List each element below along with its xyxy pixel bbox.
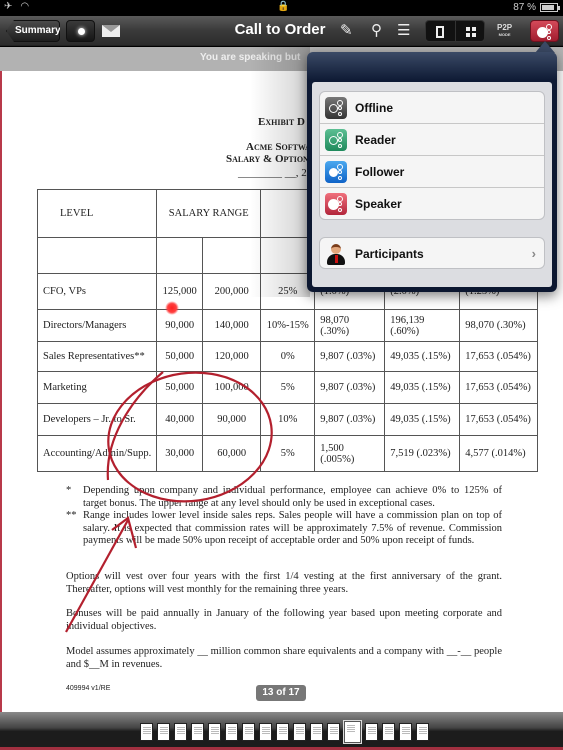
mode-item-offline[interactable]: Offline <box>320 92 544 124</box>
toolbar: Summary Call to Order ✎ ⚲ ☰ P2P MODE <box>0 16 563 46</box>
page-thumbnail[interactable] <box>242 723 255 741</box>
offline-mode-icon <box>325 96 347 119</box>
lock-icon: 🔒 <box>277 1 290 12</box>
table-row: Marketing 50,000 100,000 5% 9,807 (.03%)… <box>36 371 539 404</box>
grid-icon <box>465 27 476 37</box>
vesting-paragraph: Options will vest over four years with t… <box>66 571 502 595</box>
page-thumbnail-current[interactable] <box>344 721 361 743</box>
document-id: 409994 v1/RE <box>66 685 111 692</box>
mode-item-speaker[interactable]: Speaker <box>320 188 544 220</box>
status-bar: ✈ ◠ 🔒 87 % <box>0 0 563 16</box>
page-thumbnail[interactable] <box>310 723 323 741</box>
p2p-sub-label: MODE <box>498 32 511 37</box>
table-row: Accounting/Admin/Supp. 30,000 60,000 5% … <box>36 435 539 472</box>
page-thumbnail[interactable] <box>157 723 170 741</box>
wifi-icon: ◠ <box>20 1 30 12</box>
page-thumbnail[interactable] <box>276 723 289 741</box>
airplane-mode-icon: ✈ <box>4 1 13 12</box>
page-thumbnail[interactable] <box>327 723 340 741</box>
mode-item-reader[interactable]: Reader <box>320 124 544 156</box>
list-icon[interactable]: ☰ <box>397 22 410 40</box>
single-page-view-button[interactable] <box>426 21 455 41</box>
mode-item-follower[interactable]: Follower <box>320 156 544 188</box>
reader-mode-icon <box>325 128 347 151</box>
grid-view-button[interactable] <box>454 21 485 41</box>
footnote: * Depending upon company and individual … <box>66 485 502 509</box>
session-mode-popover: Offline Reader Follower Speaker Particip… <box>307 52 557 292</box>
table-row: Directors/Managers 90,000 140,000 10%-15… <box>36 309 539 342</box>
mode-list: Offline Reader Follower Speaker <box>319 91 545 220</box>
record-button[interactable] <box>66 20 95 42</box>
page-thumbnail[interactable] <box>416 723 429 741</box>
bonus-paragraph: Bonuses will be paid annually in January… <box>66 608 502 632</box>
page-thumbnail[interactable] <box>191 723 204 741</box>
single-page-icon <box>436 26 444 38</box>
speaker-mode-icon <box>325 193 347 215</box>
page-thumbnail[interactable] <box>382 723 395 741</box>
chevron-right-icon: › <box>531 246 536 261</box>
mail-icon[interactable] <box>102 25 120 37</box>
header-salary-range: SALARY RANGE <box>156 189 262 238</box>
search-icon[interactable]: ⚲ <box>371 22 382 40</box>
page-thumbnail[interactable] <box>174 723 187 741</box>
page-title: Call to Order <box>234 21 326 38</box>
footnotes: * Depending upon company and individual … <box>66 485 502 548</box>
record-dot-icon <box>78 28 85 35</box>
summary-back-button[interactable]: Summary <box>6 20 60 42</box>
battery-icon <box>540 3 560 12</box>
view-mode-segmented-control <box>425 20 485 42</box>
footnote: ** Range includes lower level inside sal… <box>66 510 502 546</box>
participants-item[interactable]: Participants › <box>320 238 544 270</box>
page-thumbnail[interactable] <box>365 723 378 741</box>
page-thumbnail[interactable] <box>225 723 238 741</box>
page-indicator: 13 of 17 <box>256 685 306 701</box>
page-thumbnail[interactable] <box>293 723 306 741</box>
page-thumbnail[interactable] <box>399 723 412 741</box>
participant-person-icon <box>325 243 347 265</box>
page-thumbnail[interactable] <box>140 723 153 741</box>
session-mode-button[interactable] <box>530 20 559 42</box>
battery-percent: 87 % <box>513 2 536 13</box>
model-paragraph: Model assumes approximately __ million c… <box>66 646 502 670</box>
header-level: LEVEL <box>36 189 158 238</box>
page-thumbnail[interactable] <box>208 723 221 741</box>
p2p-mode-button[interactable]: P2P MODE <box>497 24 512 38</box>
page-thumbnail[interactable] <box>259 723 272 741</box>
table-row: Sales Representatives** 50,000 120,000 0… <box>36 341 539 372</box>
follower-mode-icon <box>325 160 347 183</box>
speaker-icon <box>534 21 556 43</box>
page-thumbnail-bar <box>0 712 563 750</box>
table-row: Developers – Jr. to Sr. 40,000 90,000 10… <box>36 403 539 436</box>
laser-pointer-dot <box>165 301 179 315</box>
participants-group: Participants › <box>319 237 545 269</box>
thumbnail-strip <box>140 721 429 743</box>
annotate-icon[interactable]: ✎ <box>340 22 353 40</box>
